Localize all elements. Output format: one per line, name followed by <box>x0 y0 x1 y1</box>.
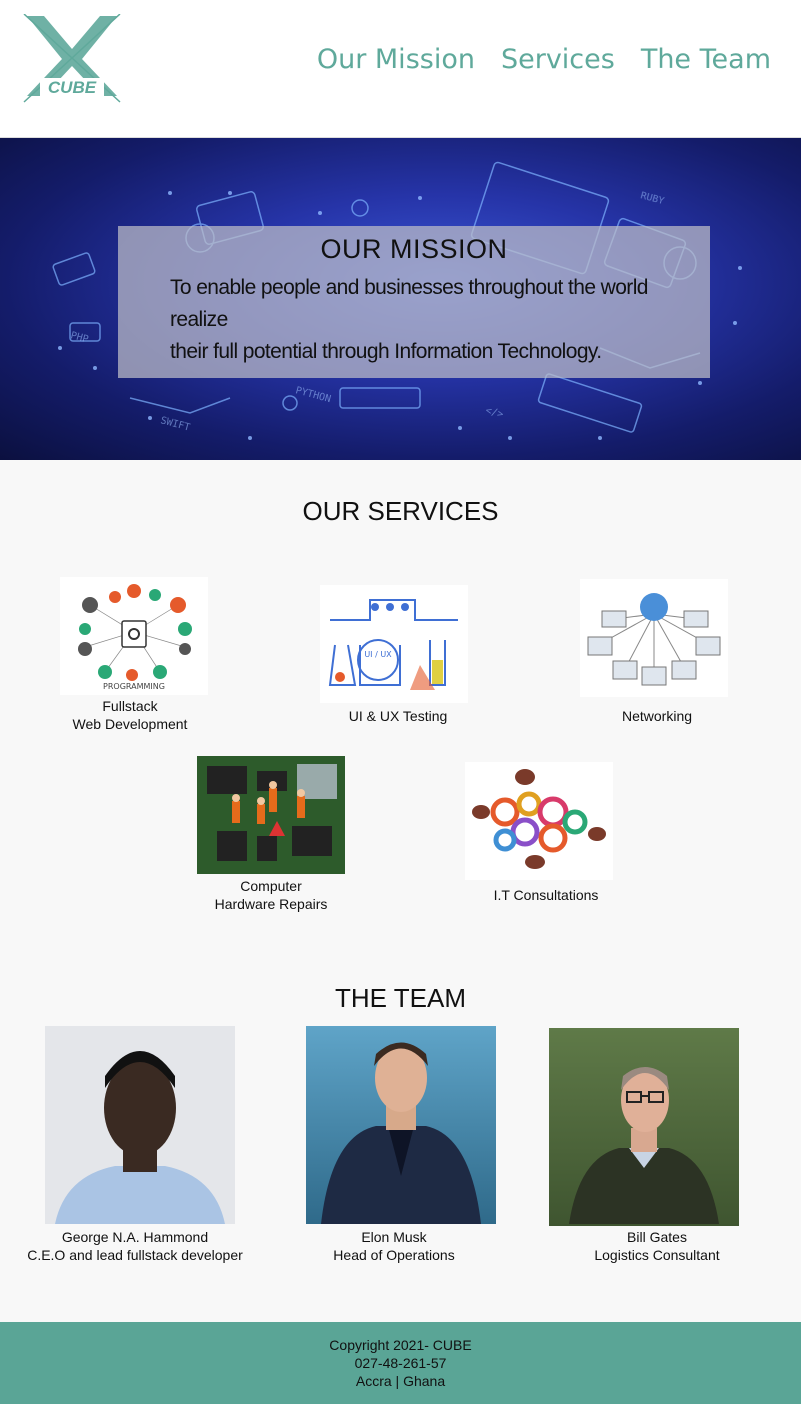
services-heading: OUR SERVICES <box>302 496 499 526</box>
mission-heading: OUR MISSION <box>320 234 508 264</box>
nav-our-mission[interactable]: Our Mission <box>317 44 475 75</box>
gears-icon <box>465 762 613 880</box>
service-label-hardware-repairs: Computer Hardware Repairs <box>214 878 328 912</box>
team-member-elon: Elon Musk Head of Operations <box>274 1228 514 1264</box>
mission-line-2: their full potential through Information… <box>170 340 602 363</box>
svg-text:PROGRAMMING: PROGRAMMING <box>103 682 165 691</box>
svg-text:CUBE: CUBE <box>48 78 97 97</box>
nav-the-team[interactable]: The Team <box>641 44 771 75</box>
main-nav: Our Mission Services The Team <box>317 44 771 75</box>
programming-icon: PROGRAMMING <box>60 577 208 695</box>
team-member-george: George N.A. Hammond C.E.O and lead fulls… <box>15 1228 255 1264</box>
member-name: Elon Musk <box>361 1229 427 1245</box>
member-role: Head of Operations <box>333 1247 455 1263</box>
team-heading: THE TEAM <box>335 983 466 1013</box>
team-photo-bill <box>549 1028 739 1226</box>
nav-services[interactable]: Services <box>501 44 615 75</box>
team-photo-elon <box>306 1026 496 1224</box>
team-member-bill: Bill Gates Logistics Consultant <box>537 1228 777 1264</box>
team-photo-george <box>45 1026 235 1224</box>
mission-line-1: To enable people and businesses througho… <box>170 276 648 331</box>
footer-phone[interactable]: 027-48-261-57 <box>0 1355 801 1371</box>
svg-text:PYTHON: PYTHON <box>294 385 332 405</box>
svg-text:UI / UX: UI / UX <box>364 650 392 659</box>
site-footer: Copyright 2021- CUBE 027-48-261-57 Accra… <box>0 1322 801 1404</box>
footer-copyright: Copyright 2021- CUBE <box>329 1337 472 1353</box>
member-name: George N.A. Hammond <box>61 1229 209 1245</box>
lab-testing-icon: UI / UX <box>320 585 468 703</box>
svg-text:SWIFT: SWIFT <box>159 415 191 433</box>
mission-hero: PHP SWIFT PYTHON RUBY </> OUR MISSION To… <box>0 138 801 460</box>
member-role: Logistics Consultant <box>594 1247 720 1263</box>
footer-location: Accra | Ghana <box>355 1373 446 1389</box>
site-header: CUBE Our Mission Services The Team <box>0 0 801 138</box>
cube-logo[interactable]: CUBE <box>22 14 122 104</box>
network-icon <box>580 579 728 697</box>
mission-statement: To enable people and businesses througho… <box>170 272 690 368</box>
svg-text:</>: </> <box>484 405 504 420</box>
member-name: Bill Gates <box>627 1229 687 1245</box>
circuit-board-icon <box>197 756 345 874</box>
service-label-networking: Networking <box>621 708 693 724</box>
svg-text:RUBY: RUBY <box>639 190 665 207</box>
service-label-ui-ux-testing: UI & UX Testing <box>348 708 448 724</box>
service-label-it-consultations: I.T Consultations <box>493 887 599 903</box>
member-role: C.E.O and lead fullstack developer <box>27 1247 243 1263</box>
service-label-web-development: Fullstack Web Development <box>72 698 188 732</box>
svg-text:PHP: PHP <box>69 330 89 345</box>
mission-overlay: OUR MISSION To enable people and busines… <box>118 226 710 378</box>
